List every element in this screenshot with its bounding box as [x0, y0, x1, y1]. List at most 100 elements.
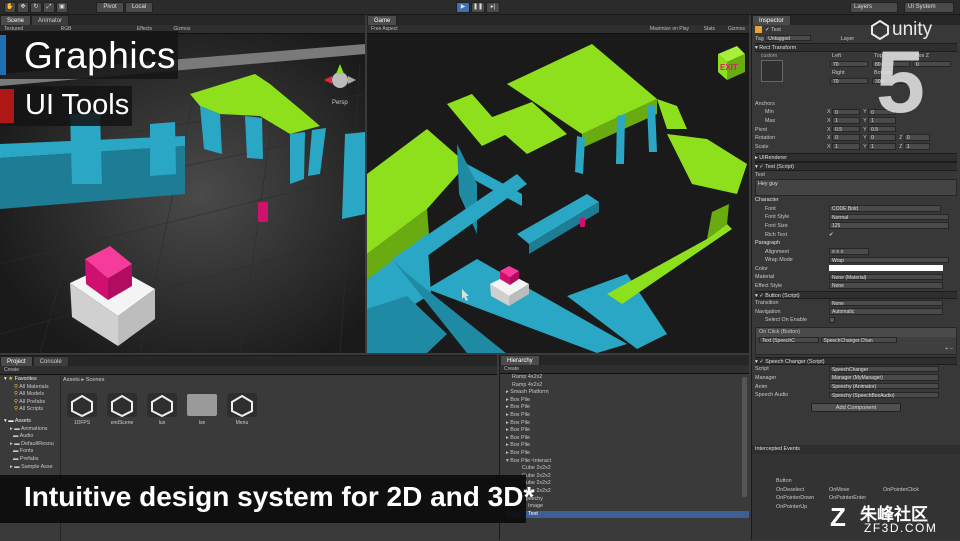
- onclick-target-field[interactable]: Text (SpeechC: [759, 336, 819, 344]
- asset-folder[interactable]: ▸ ▬ DefaultResou: [4, 441, 58, 449]
- hierarchy-item[interactable]: Ramp 4x2x2: [506, 374, 749, 382]
- rotate-tool-icon[interactable]: ↻: [30, 2, 42, 13]
- hierarchy-item[interactable]: ▸ Box Pile: [506, 435, 749, 443]
- step-button[interactable]: ▸|: [486, 2, 500, 13]
- pivot-x-field[interactable]: 0.5: [832, 125, 861, 133]
- hierarchy-item[interactable]: ▸ Box Pile: [506, 404, 749, 412]
- tab-console[interactable]: Console: [32, 356, 69, 366]
- local-toggle[interactable]: Local: [125, 2, 153, 13]
- favorites-node[interactable]: ▾ ★ Favorites: [4, 376, 58, 384]
- hierarchy-scrollbar[interactable]: [742, 377, 747, 497]
- tab-hierarchy[interactable]: Hierarchy: [500, 355, 540, 365]
- folder-file[interactable]: Ise: [185, 393, 219, 426]
- min-x-field[interactable]: 0: [832, 108, 861, 116]
- hierarchy-item[interactable]: Cube 2x2x2: [506, 480, 749, 488]
- layout-dropdown[interactable]: UI System: [904, 2, 954, 13]
- wrap-mode-dropdown[interactable]: Wrap: [829, 256, 949, 264]
- asset-folder[interactable]: ▸ ▬ Sample Asse: [4, 464, 58, 472]
- font-field[interactable]: CODE Bold: [829, 205, 941, 212]
- rot-y-field[interactable]: 0: [868, 134, 897, 141]
- rot-x-field[interactable]: 0: [832, 134, 861, 141]
- left-field[interactable]: 70: [830, 60, 868, 68]
- breadcrumb-scenes[interactable]: Scenes: [86, 377, 105, 383]
- navigation-dropdown[interactable]: Automatic: [829, 308, 943, 315]
- hierarchy-item[interactable]: Image: [506, 503, 749, 511]
- hierarchy-item[interactable]: ▸ Box Pile: [506, 450, 749, 458]
- fav-item[interactable]: ⚲ All Models: [4, 391, 58, 399]
- scene-viewport[interactable]: Persp: [0, 34, 365, 353]
- scale-z-field[interactable]: 1: [903, 143, 930, 150]
- speech-changer-header[interactable]: ▾ ✓ Speech Changer (Script): [755, 356, 957, 366]
- hierarchy-item[interactable]: ▸ Box Pile: [506, 420, 749, 428]
- hierarchy-item[interactable]: Speechy: [506, 496, 749, 504]
- hierarchy-item[interactable]: ▸ Smash Platform: [506, 389, 749, 397]
- hierarchy-item[interactable]: ▸ Box Pile: [506, 427, 749, 435]
- maximize-on-play-toggle[interactable]: Maximize on Play: [650, 25, 689, 34]
- play-button[interactable]: ▶: [456, 2, 470, 13]
- hierarchy-item[interactable]: ▸ Box Pile: [506, 442, 749, 450]
- rot-z-field[interactable]: 0: [903, 134, 930, 141]
- alignment-buttons[interactable]: ≡ ≡ ≡: [829, 248, 869, 255]
- scale-y-field[interactable]: 1: [868, 143, 897, 150]
- tab-project[interactable]: Project: [0, 356, 33, 366]
- hierarchy-item[interactable]: Cube 2x2x2: [506, 465, 749, 473]
- hierarchy-item[interactable]: Cube 2x2x2: [506, 473, 749, 481]
- right-field[interactable]: 70: [830, 77, 868, 85]
- asset-folder[interactable]: ▬ Fonts: [4, 448, 58, 456]
- pivot-toggle[interactable]: Pivot: [96, 2, 124, 13]
- select-on-enable-checkbox[interactable]: [829, 317, 835, 324]
- game-viewport[interactable]: EXIT: [367, 34, 749, 353]
- scale-tool-icon[interactable]: ⤢: [43, 2, 55, 13]
- game-gizmos-dropdown[interactable]: Gizmos: [728, 25, 745, 34]
- tag-dropdown[interactable]: Untagged: [765, 34, 812, 42]
- anchor-preset-button[interactable]: [761, 59, 783, 82]
- uirenderer-header[interactable]: ▸ UIRenderer: [755, 153, 957, 162]
- speech-audio-field[interactable]: Speechy (SpeechBoxAudio): [829, 391, 939, 399]
- asset-folder[interactable]: ▬ Prefabs: [4, 456, 58, 464]
- breadcrumb-assets[interactable]: Assets: [63, 377, 80, 383]
- asset-folder[interactable]: ▬ Audio: [4, 433, 58, 441]
- add-component-button[interactable]: Add Component: [811, 402, 901, 412]
- color-swatch[interactable]: [829, 265, 943, 272]
- hierarchy-item[interactable]: ▸ Box Pile: [506, 397, 749, 405]
- pause-button[interactable]: ❚❚: [471, 2, 485, 13]
- fav-item[interactable]: ⚲ All Prefabs: [4, 399, 58, 407]
- scene-file[interactable]: 1DFPS: [65, 393, 99, 426]
- onclick-add-remove[interactable]: + −: [756, 345, 956, 354]
- rich-text-checkbox[interactable]: ✔: [829, 232, 834, 238]
- hierarchy-item[interactable]: ▾ Box Pile~Interact: [506, 458, 749, 466]
- hierarchy-item[interactable]: Cube 2x2x2: [506, 488, 749, 496]
- font-size-field[interactable]: 125: [829, 222, 949, 229]
- onclick-method-dropdown[interactable]: SpeechChanger.Chan: [820, 336, 897, 344]
- move-tool-icon[interactable]: ✥: [17, 2, 29, 13]
- asset-folder[interactable]: ▸ ▬ Animations: [4, 426, 58, 434]
- text-content-area[interactable]: Hey guy: [755, 179, 957, 197]
- scale-x-field[interactable]: 1: [832, 143, 861, 150]
- hierarchy-create-dropdown[interactable]: Create: [504, 366, 519, 372]
- hierarchy-item-selected[interactable]: Text: [506, 510, 749, 519]
- tab-scene[interactable]: Scene: [0, 15, 32, 25]
- fav-item[interactable]: ⚲ All Scripts: [4, 406, 58, 414]
- effect-style-dropdown[interactable]: None: [829, 282, 943, 289]
- scene-file[interactable]: lus: [145, 393, 179, 426]
- hierarchy-item[interactable]: Ramp 4x2x2: [506, 382, 749, 390]
- layers-dropdown[interactable]: Layers: [850, 2, 898, 13]
- font-style-dropdown[interactable]: Normal: [829, 213, 949, 221]
- tab-animator[interactable]: Animator: [31, 15, 70, 25]
- scene-file[interactable]: endScene: [105, 393, 139, 426]
- hierarchy-item[interactable]: ▸ Box Pile: [506, 412, 749, 420]
- material-field[interactable]: None (Material): [829, 273, 943, 281]
- rect-tool-icon[interactable]: ▣: [56, 2, 68, 13]
- aspect-dropdown[interactable]: Free Aspect: [371, 26, 398, 32]
- stats-toggle[interactable]: Stats: [704, 25, 715, 34]
- hand-tool-icon[interactable]: ✋: [4, 2, 16, 13]
- tab-inspector[interactable]: Inspector: [752, 15, 791, 25]
- text-script-header[interactable]: ▾ ✓ Text (Script): [755, 161, 957, 171]
- button-script-header[interactable]: ▾ ✓ Button (Script): [755, 290, 957, 300]
- tab-game[interactable]: Game: [367, 15, 398, 25]
- scene-file[interactable]: Menu: [225, 393, 259, 426]
- project-create-dropdown[interactable]: Create: [4, 367, 19, 373]
- script-field[interactable]: SpeechChanger: [829, 365, 939, 373]
- fav-item[interactable]: ⚲ All Materials: [4, 384, 58, 392]
- manager-field[interactable]: Manager (MyManager): [829, 374, 939, 381]
